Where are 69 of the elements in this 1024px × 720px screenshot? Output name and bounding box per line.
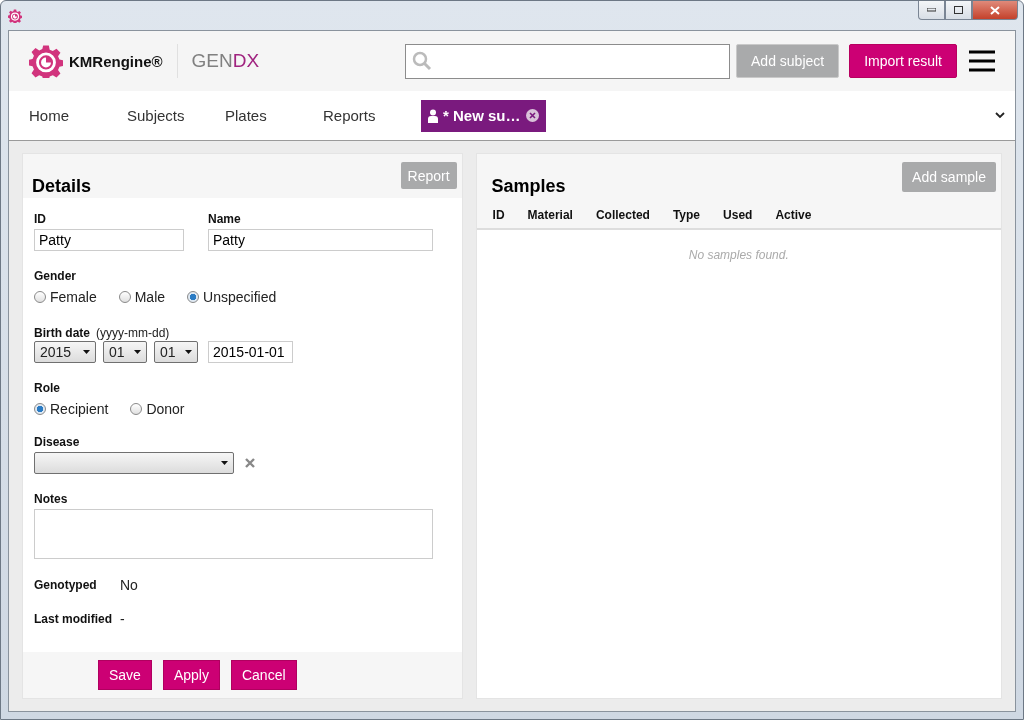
format-hint: (yyyy-mm-dd) bbox=[96, 326, 170, 340]
search-field[interactable] bbox=[405, 43, 730, 79]
date-select[interactable]: 01 bbox=[103, 341, 147, 363]
field-label: Disease bbox=[34, 435, 81, 449]
minimize-icon bbox=[927, 8, 936, 12]
info-value: - bbox=[120, 611, 125, 627]
nav-tab[interactable]: Home bbox=[29, 99, 127, 132]
info-label: Last modified bbox=[34, 612, 113, 626]
maximize-button[interactable] bbox=[945, 1, 972, 20]
radio-option[interactable]: Female bbox=[34, 289, 97, 305]
caret-icon bbox=[83, 350, 90, 354]
radio-option[interactable]: Recipient bbox=[34, 401, 109, 417]
radio-option[interactable]: Donor bbox=[130, 401, 185, 417]
radio-button[interactable] bbox=[187, 291, 200, 303]
nav-tab[interactable]: Subjects bbox=[127, 99, 225, 132]
radio-option[interactable]: Unspecified bbox=[187, 289, 277, 305]
column-header[interactable]: Active bbox=[775, 208, 812, 222]
caret-icon bbox=[134, 350, 141, 354]
close-icon bbox=[990, 5, 1000, 15]
close-button[interactable] bbox=[972, 1, 1018, 20]
id-field[interactable]: Patty bbox=[34, 229, 184, 251]
radio-button[interactable] bbox=[130, 403, 143, 415]
column-header[interactable]: Type bbox=[672, 208, 701, 222]
radio-button[interactable] bbox=[118, 291, 131, 303]
column-header[interactable]: ID bbox=[492, 208, 505, 222]
action-button[interactable]: Cancel bbox=[230, 660, 297, 690]
nav-tab[interactable]: * New su… bbox=[421, 99, 546, 132]
empty-message: No samples found. bbox=[687, 248, 790, 262]
search-icon bbox=[412, 51, 432, 71]
clear-icon[interactable] bbox=[245, 458, 255, 468]
field-label: Notes bbox=[34, 492, 69, 506]
nav-tab[interactable]: Plates bbox=[225, 99, 323, 132]
logo-text: DX bbox=[232, 50, 260, 71]
date-select[interactable]: 01 bbox=[154, 341, 198, 363]
caret-icon bbox=[221, 461, 228, 465]
header-button[interactable]: Import result bbox=[849, 44, 957, 78]
disease-select[interactable] bbox=[34, 452, 234, 474]
field-label: Gender bbox=[34, 269, 77, 283]
close-tab-icon[interactable] bbox=[525, 109, 539, 122]
notes-field[interactable] bbox=[34, 509, 433, 559]
maximize-icon bbox=[954, 6, 963, 14]
panel-title: Details bbox=[32, 176, 92, 197]
field-label: Birth date bbox=[34, 326, 90, 340]
field-label: Name bbox=[208, 212, 242, 226]
panel-title: Samples bbox=[491, 176, 566, 197]
caret-icon bbox=[185, 350, 192, 354]
action-button[interactable]: Apply bbox=[162, 660, 220, 690]
radio-button[interactable] bbox=[34, 403, 46, 415]
info-value: No bbox=[120, 577, 138, 593]
radio-button[interactable] bbox=[34, 291, 46, 303]
column-header[interactable]: Material bbox=[527, 208, 573, 222]
radio-option[interactable]: Male bbox=[118, 289, 166, 305]
field-label: ID bbox=[34, 212, 47, 226]
logo-text: GEN bbox=[191, 50, 233, 71]
gear-logo-icon bbox=[29, 44, 63, 78]
column-header[interactable]: Collected bbox=[595, 208, 650, 222]
date-select[interactable]: 2015 bbox=[34, 341, 96, 363]
menu-icon[interactable] bbox=[969, 50, 995, 72]
action-button[interactable]: Save bbox=[98, 660, 152, 690]
info-label: Genotyped bbox=[34, 578, 98, 592]
brand-name: KMRengine® bbox=[69, 52, 163, 70]
chevron-down-icon[interactable] bbox=[995, 112, 1005, 119]
date-field[interactable]: 2015-01-01 bbox=[208, 341, 293, 363]
person-icon bbox=[428, 108, 438, 123]
name-field[interactable]: Patty bbox=[208, 229, 433, 251]
app-icon bbox=[8, 9, 22, 23]
column-header[interactable]: Used bbox=[723, 208, 753, 222]
nav-tab[interactable]: Reports bbox=[323, 99, 421, 132]
field-label: Role bbox=[34, 381, 61, 395]
